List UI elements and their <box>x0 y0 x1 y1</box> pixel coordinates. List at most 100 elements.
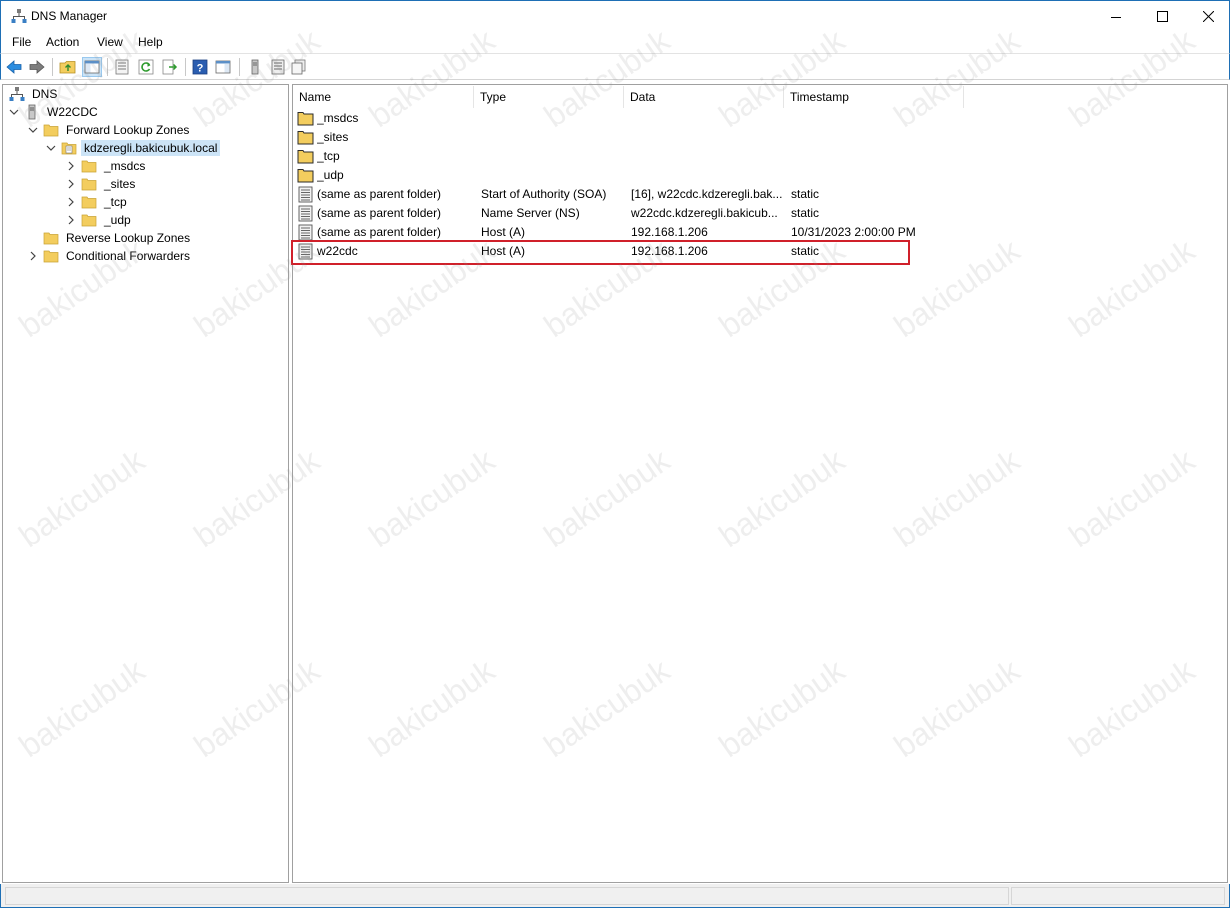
tree-item-dns[interactable]: DNS <box>9 85 60 103</box>
close-button[interactable] <box>1185 1 1230 32</box>
cell-timestamp: static <box>791 187 820 201</box>
tree-item-sites[interactable]: _sites <box>65 175 138 193</box>
show-action-pane-icon[interactable] <box>214 58 232 76</box>
back-arrow-icon[interactable] <box>5 58 23 76</box>
refresh-icon[interactable] <box>137 58 155 76</box>
toolbar-separator <box>107 58 108 76</box>
zone-icon <box>61 142 77 155</box>
results-pane: Name Type Data Timestamp _msdcs _sites _tc… <box>292 84 1228 883</box>
help-icon[interactable]: ? <box>191 58 209 76</box>
folder-icon <box>43 124 59 137</box>
maximize-icon <box>1156 11 1168 22</box>
list-item[interactable]: _udp <box>297 166 1217 185</box>
tree-item-conditional-forwarders[interactable]: Conditional Forwarders <box>27 247 193 265</box>
column-header-data[interactable]: Data <box>624 86 784 108</box>
tree-item-msdcs[interactable]: _msdcs <box>65 157 148 175</box>
maximize-button[interactable] <box>1139 1 1185 32</box>
console-tree: DNS W22CDC Forward Lookup Zones kdzeregl… <box>2 84 289 883</box>
record-icon <box>298 205 313 222</box>
chevron-down-icon[interactable] <box>8 106 20 118</box>
tree-item-zone[interactable]: kdzeregli.bakicubuk.local <box>45 139 221 157</box>
status-segment <box>1011 887 1225 905</box>
dns-icon <box>9 87 25 101</box>
folder-icon <box>297 131 314 145</box>
cell-timestamp: 10/31/2023 2:00:00 PM <box>791 225 916 239</box>
menu-bar: File Action View Help <box>0 31 1230 53</box>
list-item[interactable]: _sites <box>297 128 1217 147</box>
tree-item-forward-lookup-zones[interactable]: Forward Lookup Zones <box>27 121 192 139</box>
cell-name: _sites <box>317 130 349 144</box>
chevron-right-icon[interactable] <box>65 178 77 190</box>
folder-icon <box>81 196 97 209</box>
server-icon[interactable] <box>246 58 264 76</box>
tree-item-tcp[interactable]: _tcp <box>65 193 130 211</box>
column-header-timestamp[interactable]: Timestamp <box>784 86 964 108</box>
chevron-down-icon[interactable] <box>45 142 57 154</box>
chevron-right-icon[interactable] <box>65 214 77 226</box>
menu-help[interactable]: Help <box>138 35 163 49</box>
tree-label: Reverse Lookup Zones <box>66 231 191 245</box>
record-copy-icon[interactable] <box>290 58 308 76</box>
chevron-right-icon[interactable] <box>27 250 39 262</box>
menu-file[interactable]: File <box>12 35 31 49</box>
tree-item-reverse-lookup-zones[interactable]: Reverse Lookup Zones <box>43 229 193 247</box>
tree-label: _msdcs <box>104 159 146 173</box>
cell-data: [16], w22cdc.kdzeregli.bak... <box>631 187 783 201</box>
cell-name: _tcp <box>317 149 340 163</box>
column-header-type[interactable]: Type <box>474 86 624 108</box>
record-icon <box>298 186 313 203</box>
chevron-right-icon[interactable] <box>65 196 77 208</box>
up-folder-icon[interactable] <box>59 58 77 76</box>
cell-type: Host (A) <box>481 244 526 258</box>
svg-text:?: ? <box>197 63 204 75</box>
tree-item-udp[interactable]: _udp <box>65 211 134 229</box>
window-title: DNS Manager <box>31 9 108 23</box>
cell-name: (same as parent folder) <box>317 206 442 220</box>
forward-arrow-icon[interactable] <box>28 58 46 76</box>
cell-data: w22cdc.kdzeregli.bakicub... <box>631 206 778 220</box>
cell-name: w22cdc <box>317 244 358 258</box>
toolbar-separator <box>52 58 53 76</box>
chevron-down-icon[interactable] <box>27 124 39 136</box>
list-item[interactable]: _tcp <box>297 147 1217 166</box>
minimize-button[interactable] <box>1093 1 1139 32</box>
tree-label: DNS <box>32 87 58 101</box>
menu-view[interactable]: View <box>97 35 123 49</box>
cell-timestamp: static <box>791 206 820 220</box>
cell-type: Name Server (NS) <box>481 206 580 220</box>
folder-icon <box>81 178 97 191</box>
cell-name: (same as parent folder) <box>317 187 442 201</box>
close-icon <box>1202 11 1214 22</box>
cell-data: 192.168.1.206 <box>631 244 708 258</box>
status-bar <box>0 884 1230 908</box>
tree-item-server[interactable]: W22CDC <box>8 103 101 121</box>
new-record-icon[interactable] <box>269 58 287 76</box>
cell-timestamp: static <box>791 244 820 258</box>
list-item[interactable]: (same as parent folder) Name Server (NS) w… <box>297 204 1217 223</box>
cell-name: _udp <box>317 168 344 182</box>
column-header-name[interactable]: Name <box>293 86 474 108</box>
minimize-icon <box>1111 16 1121 18</box>
export-list-icon[interactable] <box>161 58 179 76</box>
server-icon <box>28 104 36 120</box>
menu-action[interactable]: Action <box>46 35 79 49</box>
list-item[interactable]: (same as parent folder) Host (A) 192.168.1… <box>297 223 1217 242</box>
folder-icon <box>81 160 97 173</box>
list-item[interactable]: _msdcs <box>297 109 1217 128</box>
status-segment <box>5 887 1009 905</box>
toolbar-separator <box>185 58 186 76</box>
cell-type: Host (A) <box>481 225 526 239</box>
tree-label: _tcp <box>104 195 127 209</box>
cell-type: Start of Authority (SOA) <box>481 187 607 201</box>
properties-icon[interactable] <box>113 58 131 76</box>
folder-icon <box>43 250 59 263</box>
list-item[interactable]: w22cdc Host (A) 192.168.1.206 static <box>297 242 1217 261</box>
toolbar-separator <box>239 58 240 76</box>
record-icon <box>298 224 313 241</box>
show-hide-console-tree-icon[interactable] <box>82 57 102 77</box>
folder-icon <box>81 214 97 227</box>
tree-label: Forward Lookup Zones <box>66 123 190 137</box>
chevron-right-icon[interactable] <box>65 160 77 172</box>
folder-icon <box>297 169 314 183</box>
list-item[interactable]: (same as parent folder) Start of Authorit… <box>297 185 1217 204</box>
